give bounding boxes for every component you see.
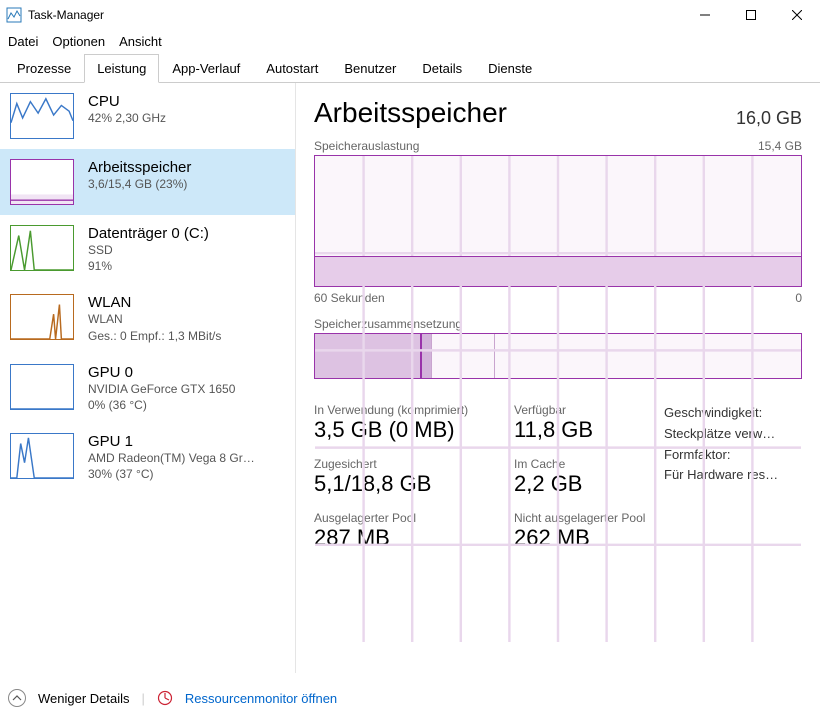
menu-view[interactable]: Ansicht [119, 34, 162, 49]
sidebar-item-line2: 42% 2,30 GHz [88, 110, 166, 126]
sidebar-item-line2: SSD [88, 242, 209, 258]
memory-usage-chart[interactable] [314, 155, 802, 287]
sparkline-thumb [10, 93, 74, 139]
sidebar-item-line2: NVIDIA GeForce GTX 1650 [88, 381, 235, 397]
sidebar-item-line3: Ges.: 0 Empf.: 1,3 MBit/s [88, 328, 221, 344]
sidebar-item-title: Arbeitsspeicher [88, 159, 191, 176]
chart-label-right: 15,4 GB [758, 139, 802, 153]
tab-appverlauf[interactable]: App-Verlauf [159, 54, 253, 83]
sidebar-item-title: Datenträger 0 (C:) [88, 225, 209, 242]
sidebar-item-line3: 0% (36 °C) [88, 397, 235, 413]
tab-leistung[interactable]: Leistung [84, 54, 159, 83]
menubar: Datei Optionen Ansicht [0, 30, 820, 53]
sidebar-item-arbeitsspeicher[interactable]: Arbeitsspeicher3,6/15,4 GB (23%) [0, 149, 295, 215]
sidebar-item-wlan[interactable]: WLANWLANGes.: 0 Empf.: 1,3 MBit/s [0, 284, 295, 353]
sidebar-item-line3: 91% [88, 258, 209, 274]
tab-bar: Prozesse Leistung App-Verlauf Autostart … [0, 53, 820, 83]
sidebar-item-line3: 30% (37 °C) [88, 466, 255, 482]
resmon-icon [157, 690, 173, 706]
chart-label-left: Speicherauslastung [314, 139, 419, 153]
app-icon [6, 7, 22, 23]
sidebar-item-datentr-ger-0-c-[interactable]: Datenträger 0 (C:)SSD91% [0, 215, 295, 284]
titlebar: Task-Manager [0, 0, 820, 30]
tab-autostart[interactable]: Autostart [253, 54, 331, 83]
fewer-details-link[interactable]: Weniger Details [38, 691, 130, 706]
sidebar: CPU42% 2,30 GHzArbeitsspeicher3,6/15,4 G… [0, 83, 296, 673]
content: CPU42% 2,30 GHzArbeitsspeicher3,6/15,4 G… [0, 83, 820, 673]
tab-dienste[interactable]: Dienste [475, 54, 545, 83]
sidebar-item-title: GPU 1 [88, 433, 255, 450]
footer: Weniger Details | Ressourcenmonitor öffn… [8, 689, 337, 707]
main-pane: Arbeitsspeicher 16,0 GB Speicherauslastu… [296, 83, 820, 673]
tab-prozesse[interactable]: Prozesse [4, 54, 84, 83]
sidebar-item-line2: WLAN [88, 311, 221, 327]
page-title: Arbeitsspeicher [314, 97, 507, 129]
open-resmon-link[interactable]: Ressourcenmonitor öffnen [185, 691, 337, 706]
menu-file[interactable]: Datei [8, 34, 38, 49]
sidebar-item-gpu-0[interactable]: GPU 0NVIDIA GeForce GTX 16500% (36 °C) [0, 354, 295, 423]
window-title: Task-Manager [28, 8, 682, 22]
tab-benutzer[interactable]: Benutzer [331, 54, 409, 83]
tab-details[interactable]: Details [409, 54, 475, 83]
close-button[interactable] [774, 0, 820, 30]
sidebar-item-cpu[interactable]: CPU42% 2,30 GHz [0, 83, 295, 149]
sparkline-thumb [10, 225, 74, 271]
sidebar-item-gpu-1[interactable]: GPU 1AMD Radeon(TM) Vega 8 Gr…30% (37 °C… [0, 423, 295, 492]
memory-total: 16,0 GB [736, 108, 802, 129]
sidebar-item-title: GPU 0 [88, 364, 235, 381]
menu-options[interactable]: Optionen [52, 34, 105, 49]
sparkline-thumb [10, 294, 74, 340]
sparkline-thumb [10, 159, 74, 205]
sidebar-item-title: WLAN [88, 294, 221, 311]
minimize-button[interactable] [682, 0, 728, 30]
sparkline-thumb [10, 364, 74, 410]
sidebar-item-line2: AMD Radeon(TM) Vega 8 Gr… [88, 450, 255, 466]
maximize-button[interactable] [728, 0, 774, 30]
sparkline-thumb [10, 433, 74, 479]
sidebar-item-line2: 3,6/15,4 GB (23%) [88, 176, 191, 192]
sidebar-item-title: CPU [88, 93, 166, 110]
chevron-up-icon[interactable] [8, 689, 26, 707]
